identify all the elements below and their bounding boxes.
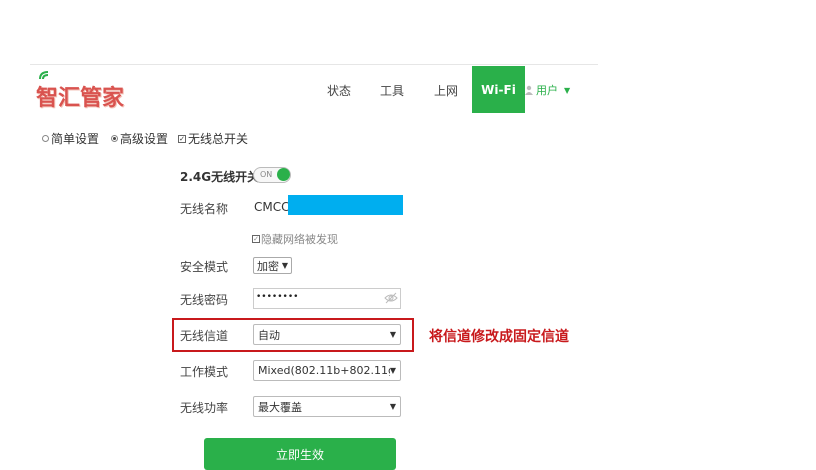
apply-button[interactable]: 立即生效 (204, 438, 396, 470)
simple-mode-radio[interactable]: 简单设置 (42, 130, 99, 147)
workmode-select[interactable]: Mixed(802.11b+802.11g+8 ▼ (253, 360, 401, 381)
password-value: •••••••• (256, 292, 299, 302)
toggle-knob (277, 168, 290, 181)
user-label: 用户 (536, 84, 558, 97)
power-select[interactable]: 最大覆盖 ▼ (253, 396, 401, 417)
power-label: 无线功率 (180, 401, 229, 415)
highlight-box (172, 318, 414, 352)
dropdown-arrow-icon: ▼ (389, 402, 396, 411)
checkbox-checked-icon: ✓ (252, 235, 260, 243)
caret-down-icon: ▼ (564, 85, 571, 95)
wireless-master-label: 无线总开关 (188, 132, 249, 146)
radio-selected-icon (111, 135, 118, 142)
header-divider (30, 64, 598, 65)
power-value: 最大覆盖 (258, 400, 302, 414)
nav-tools[interactable]: 工具 (380, 82, 404, 99)
security-label: 安全模式 (180, 260, 229, 274)
toggle-text: ON (260, 170, 273, 179)
nav-wifi[interactable]: Wi-Fi (472, 66, 525, 113)
user-menu[interactable]: 用户 ▼ (524, 82, 570, 98)
nav-status[interactable]: 状态 (327, 82, 351, 99)
dropdown-arrow-icon: ▼ (389, 366, 396, 375)
hide-network-label: 隐藏网络被发现 (261, 233, 338, 246)
workmode-label: 工作模式 (180, 365, 229, 379)
wireless-master-checkbox[interactable]: ✓ 无线总开关 (178, 130, 248, 147)
nav-internet[interactable]: 上网 (434, 82, 458, 99)
advanced-mode-label: 高级设置 (120, 132, 169, 146)
eye-hidden-icon[interactable] (384, 291, 398, 305)
security-value: 加密 (257, 259, 279, 273)
simple-mode-label: 简单设置 (51, 132, 100, 146)
radio-icon (42, 135, 49, 142)
advanced-mode-radio[interactable]: 高级设置 (111, 130, 168, 147)
annotation-text: 将信道修改成固定信道 (429, 329, 569, 345)
wifi24-label: 2.4G无线开关 (180, 170, 260, 184)
hide-network-checkbox[interactable]: ✓ 隐藏网络被发现 (252, 231, 338, 247)
ssid-redaction (288, 195, 403, 215)
workmode-value: Mixed(802.11b+802.11g+8 (258, 364, 390, 377)
dropdown-arrow-icon: ▼ (281, 261, 288, 270)
wifi-logo-icon (39, 71, 49, 80)
security-select[interactable]: 加密 ▼ (253, 257, 292, 274)
password-label: 无线密码 (180, 293, 229, 307)
app-logo[interactable]: 智汇管家 (36, 80, 124, 112)
ssid-label: 无线名称 (180, 202, 229, 216)
user-icon (525, 85, 533, 95)
checkbox-checked-icon: ✓ (178, 134, 186, 143)
